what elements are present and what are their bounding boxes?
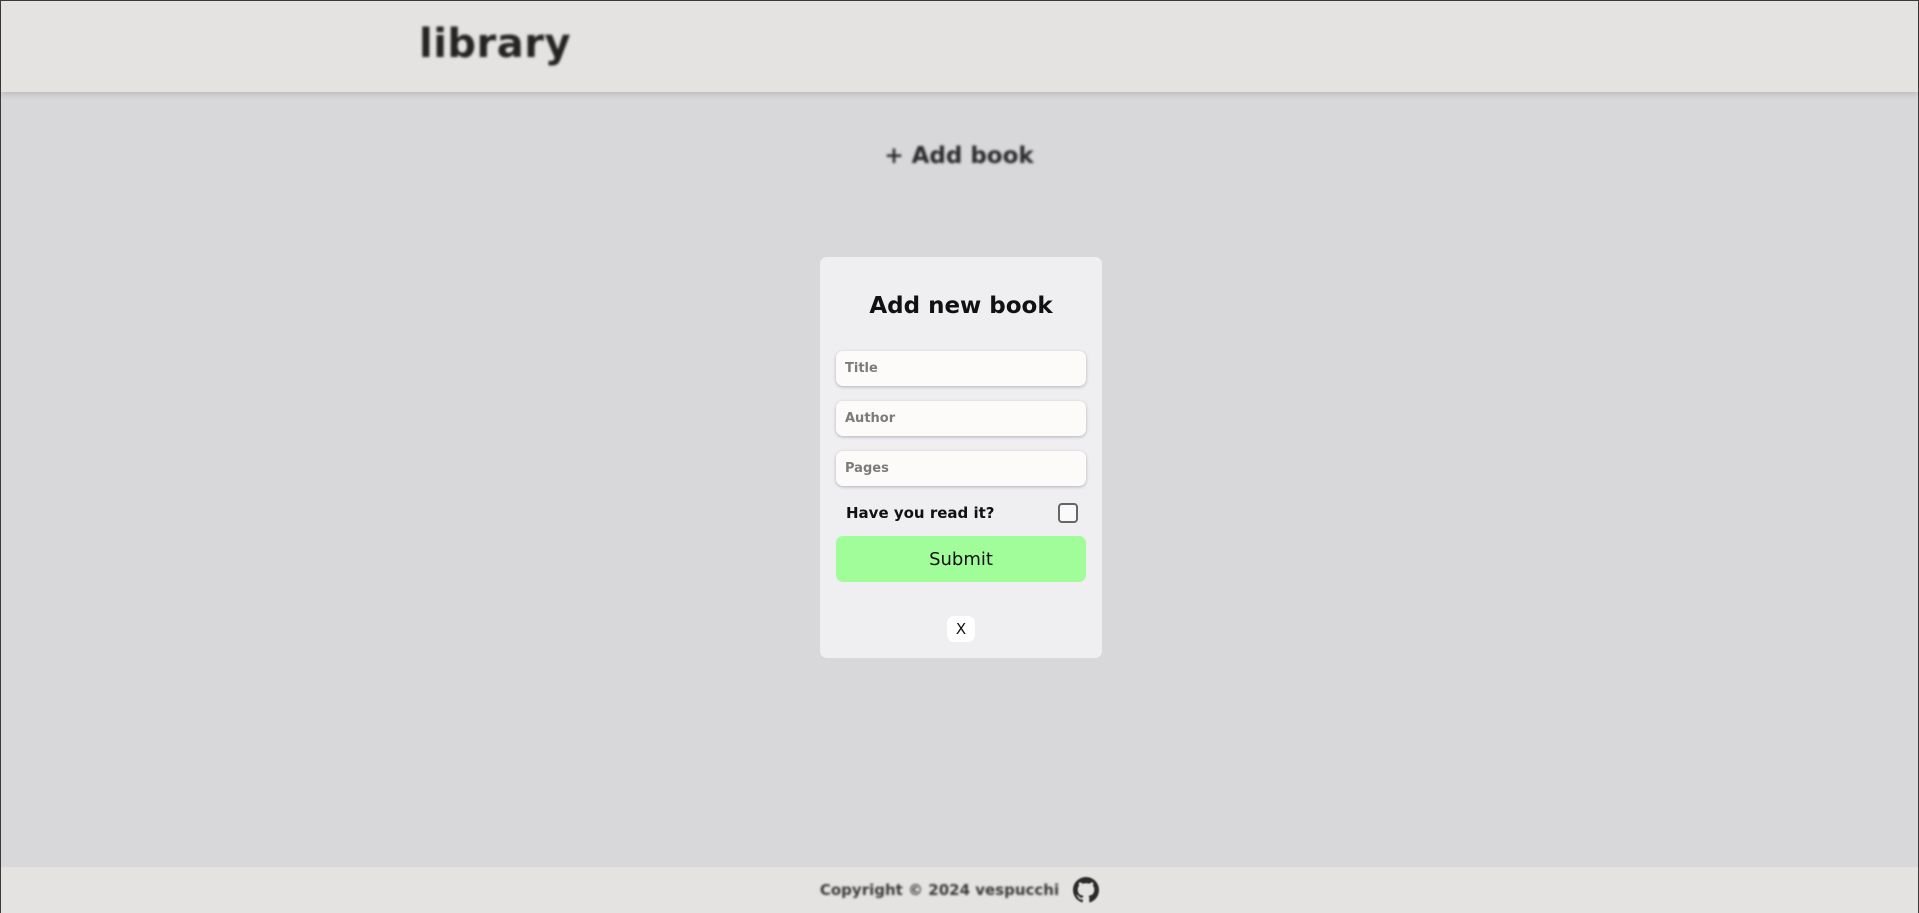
site-header: library — [1, 1, 1918, 92]
read-checkbox[interactable] — [1058, 503, 1078, 523]
github-icon[interactable] — [1073, 877, 1100, 903]
copyright-text: Copyright © 2024 vespucchi — [819, 881, 1060, 899]
add-book-button[interactable]: + Add book — [884, 135, 1033, 177]
dialog-title: Add new book — [869, 293, 1053, 319]
submit-button[interactable]: Submit — [836, 536, 1086, 582]
add-book-dialog: Add new book Have you read it? Submit X — [820, 257, 1102, 658]
site-footer: Copyright © 2024 vespucchi — [1, 867, 1918, 913]
site-logo: library — [419, 21, 572, 67]
read-label: Have you read it? — [846, 504, 995, 522]
read-status-row: Have you read it? — [846, 501, 1078, 525]
title-input[interactable] — [836, 351, 1086, 386]
author-input[interactable] — [836, 401, 1086, 436]
close-button[interactable]: X — [947, 616, 975, 642]
pages-input[interactable] — [836, 451, 1086, 486]
